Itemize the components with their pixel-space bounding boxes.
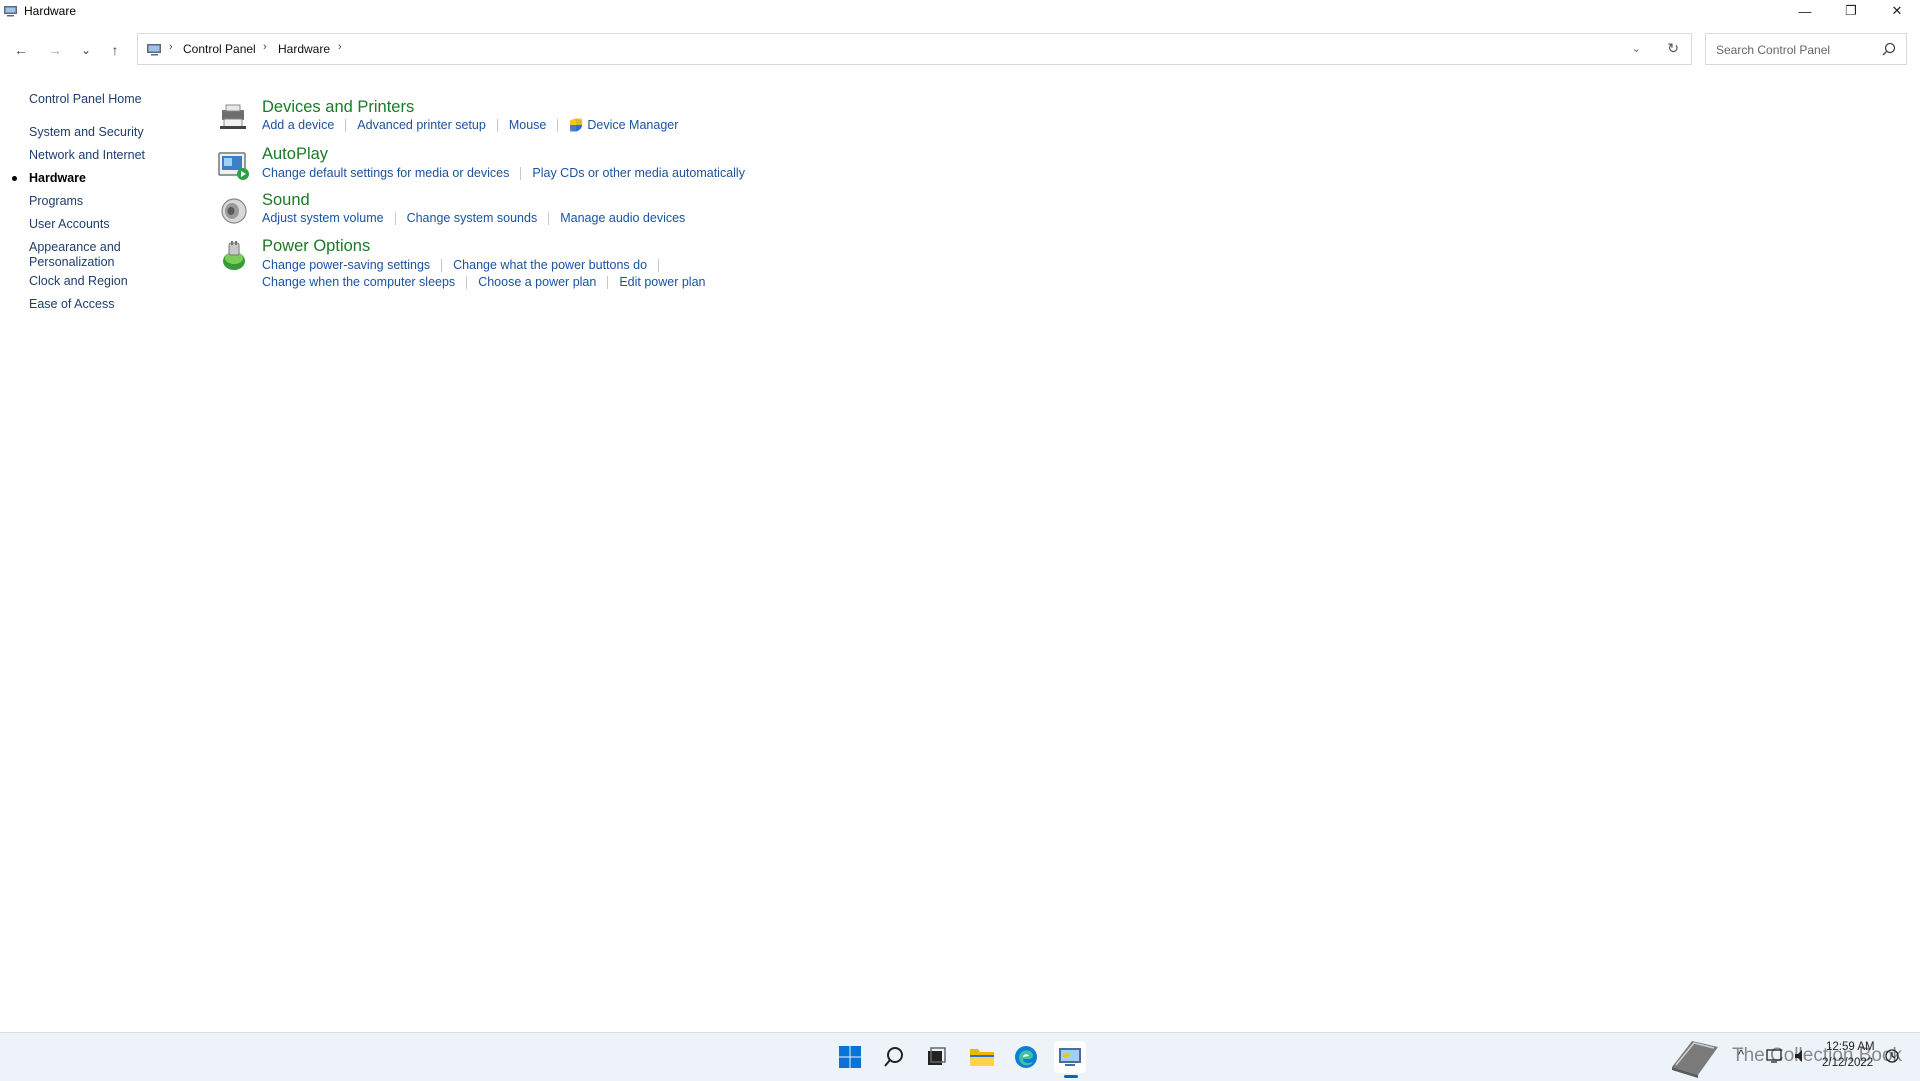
breadcrumb-hardware[interactable]: Hardware <box>278 42 330 56</box>
folder-icon <box>970 1049 994 1066</box>
close-button[interactable]: ✕ <box>1874 0 1920 22</box>
link-divider <box>496 118 498 132</box>
file-explorer-icon[interactable] <box>966 1041 998 1073</box>
link-change-what-the-power-buttons-do[interactable]: Change what the power buttons do <box>453 258 647 272</box>
category-links: Adjust system volume Change system sound… <box>262 211 685 225</box>
link-change-default-settings-for-media-or-devices[interactable]: Change default settings for media or dev… <box>262 166 509 180</box>
link-play-cds-or-other-media-automatically[interactable]: Play CDs or other media automatically <box>532 166 745 180</box>
tray-time[interactable]: 12:59 AM <box>1826 1041 1875 1053</box>
window-title: Hardware <box>24 4 77 18</box>
link-device-manager[interactable]: Device Manager <box>587 118 678 132</box>
window-controls: — ❐ ✕ <box>1782 0 1920 22</box>
link-edit-power-plan[interactable]: Edit power plan <box>619 275 705 289</box>
control-panel-icon[interactable] <box>1054 1041 1086 1073</box>
search-icon[interactable] <box>1882 42 1896 56</box>
category-title[interactable]: AutoPlay <box>262 145 328 164</box>
control-panel-app-icon <box>4 6 17 17</box>
current-page-bullet <box>12 176 17 181</box>
link-divider <box>607 275 609 289</box>
task-view-icon[interactable] <box>920 1041 952 1073</box>
taskbar-search-icon[interactable] <box>878 1041 910 1073</box>
address-dropdown-icon[interactable]: ⌄ <box>1632 42 1641 55</box>
edge-icon[interactable] <box>1010 1041 1042 1073</box>
breadcrumb-separator[interactable]: › <box>338 41 342 53</box>
category-title[interactable]: Sound <box>262 191 310 210</box>
breadcrumb-separator[interactable]: › <box>263 41 267 53</box>
sidebar-item-system-and-security[interactable]: System and Security <box>29 125 144 140</box>
uac-shield-icon <box>570 118 583 132</box>
link-manage-audio-devices[interactable]: Manage audio devices <box>560 211 685 225</box>
link-adjust-system-volume[interactable]: Adjust system volume <box>262 211 384 225</box>
category-title[interactable]: Devices and Printers <box>262 98 414 117</box>
tray-date[interactable]: 2/12/2022 <box>1822 1057 1873 1069</box>
link-divider <box>345 118 347 132</box>
tray-overflow-icon[interactable]: ^ <box>1738 1047 1744 1062</box>
link-change-when-the-computer-sleeps[interactable]: Change when the computer sleeps <box>262 275 455 289</box>
up-arrow-icon[interactable]: ↑ <box>105 40 125 60</box>
power-options-icon <box>223 241 245 270</box>
taskbar: The Collection Book ^ 12:59 AM 2/12/2022 <box>0 1032 1920 1081</box>
title-bar: Hardware — ❐ ✕ <box>0 0 1920 22</box>
recent-locations-chevron-icon[interactable]: ⌄ <box>76 40 96 60</box>
notification-icon[interactable] <box>1884 1048 1900 1064</box>
sidebar-item-hardware: Hardware <box>29 171 86 185</box>
sidebar-item-clock-and-region[interactable]: Clock and Region <box>29 274 128 289</box>
address-bar[interactable]: › Control Panel › Hardware › ⌄ ↻ <box>137 33 1692 65</box>
link-change-system-sounds[interactable]: Change system sounds <box>407 211 538 225</box>
sidebar-item-network-and-internet[interactable]: Network and Internet <box>29 148 145 163</box>
minimize-button[interactable]: — <box>1782 0 1828 22</box>
sidebar-item-control-panel-home[interactable]: Control Panel Home <box>29 92 142 107</box>
link-divider <box>658 258 660 272</box>
sidebar-item-programs[interactable]: Programs <box>29 194 83 209</box>
link-advanced-printer-setup[interactable]: Advanced printer setup <box>357 118 486 132</box>
sidebar-item-appearance-and-personalization[interactable]: Appearance and Personalization <box>29 240 129 270</box>
search-input[interactable] <box>1714 40 1878 60</box>
category-links: Change default settings for media or dev… <box>262 166 745 180</box>
autoplay-icon <box>218 152 249 180</box>
search-box[interactable] <box>1705 33 1907 65</box>
category-links: Change when the computer sleeps Choose a… <box>262 275 706 289</box>
category-links: Change power-saving settings Change what… <box>262 258 670 272</box>
start-icon[interactable] <box>834 1041 866 1073</box>
control-panel-taskbar-glyph-icon <box>1059 1048 1081 1066</box>
speaker-icon <box>221 198 247 224</box>
forward-arrow-icon[interactable]: → <box>45 40 65 60</box>
control-panel-crumb-icon <box>147 44 161 56</box>
display-tray-icon[interactable] <box>1766 1048 1782 1064</box>
link-divider <box>466 275 468 289</box>
devices-printers-icon <box>220 104 246 129</box>
category-title[interactable]: Power Options <box>262 237 370 256</box>
breadcrumb-separator: › <box>169 41 173 53</box>
link-divider <box>548 211 550 225</box>
task-view-glyph-icon <box>928 1047 946 1065</box>
sidebar-item-ease-of-access[interactable]: Ease of Access <box>29 297 114 312</box>
back-arrow-icon[interactable]: ← <box>11 40 31 60</box>
link-mouse[interactable]: Mouse <box>509 118 547 132</box>
link-divider <box>394 211 396 225</box>
category-links: Add a device Advanced printer setup Mous… <box>262 118 678 132</box>
navigation-bar: ← → ⌄ ↑ › Control Panel › Hardware › ⌄ ↻ <box>0 28 1920 72</box>
sidebar-item-user-accounts[interactable]: User Accounts <box>29 217 110 232</box>
magnifier-icon <box>884 1047 903 1067</box>
link-divider <box>520 166 522 180</box>
link-change-power-saving-settings[interactable]: Change power-saving settings <box>262 258 430 272</box>
maximize-button[interactable]: ❐ <box>1828 0 1874 22</box>
link-divider <box>441 258 443 272</box>
refresh-icon[interactable]: ↻ <box>1667 40 1679 57</box>
link-add-a-device[interactable]: Add a device <box>262 118 334 132</box>
windows-logo-icon <box>839 1046 861 1068</box>
watermark-text: The Collection Book <box>1732 1045 1903 1066</box>
link-divider <box>557 118 559 132</box>
active-app-indicator <box>1064 1075 1078 1078</box>
edge-browser-icon <box>1015 1046 1037 1068</box>
breadcrumb-control-panel[interactable]: Control Panel <box>183 42 256 56</box>
book-watermark-icon <box>1672 1041 1718 1078</box>
link-choose-a-power-plan[interactable]: Choose a power plan <box>478 275 596 289</box>
volume-tray-icon[interactable] <box>1794 1049 1808 1063</box>
